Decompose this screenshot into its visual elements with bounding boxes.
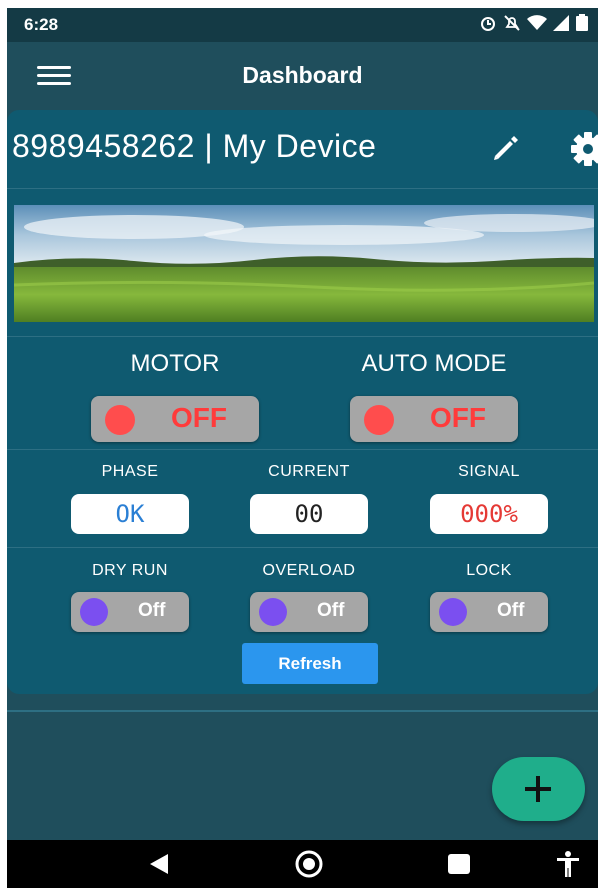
back-icon[interactable] xyxy=(148,853,170,875)
overload-label: OVERLOAD xyxy=(262,562,356,579)
signal-label: SIGNAL xyxy=(458,463,520,480)
auto-mode-toggle[interactable]: OFF xyxy=(350,396,518,442)
phase-label: PHASE xyxy=(101,463,159,480)
device-title: 8989458262 | My Device xyxy=(12,128,377,164)
mute-icon xyxy=(503,14,521,38)
plus-icon xyxy=(525,776,551,802)
auto-mode-label: AUTO MODE xyxy=(361,350,507,377)
recents-icon[interactable] xyxy=(447,853,471,875)
current-label: CURRENT xyxy=(268,463,350,480)
divider xyxy=(7,449,598,450)
device-header: 8989458262 | My Device xyxy=(7,110,598,188)
signal-icon xyxy=(553,15,569,37)
pencil-icon[interactable] xyxy=(490,132,522,164)
device-card: 8989458262 | My Device MOTOR AUTO MODE O… xyxy=(7,110,598,694)
lock-label: LOCK xyxy=(466,562,512,579)
lock-state: Off xyxy=(497,600,525,621)
motor-state: OFF xyxy=(171,402,227,433)
gear-icon[interactable] xyxy=(569,130,598,168)
dry-run-state: Off xyxy=(138,600,166,621)
toggle-knob xyxy=(105,405,135,435)
phase-value: OK xyxy=(71,494,189,534)
divider xyxy=(7,710,598,712)
dry-run-label: DRY RUN xyxy=(92,562,168,579)
divider xyxy=(7,336,598,337)
toggle-knob xyxy=(259,598,287,626)
wifi-icon xyxy=(527,15,547,37)
alarm-icon xyxy=(479,14,497,38)
current-value: 00 xyxy=(250,494,368,534)
lock-toggle[interactable]: Off xyxy=(430,592,548,632)
dry-run-toggle[interactable]: Off xyxy=(71,592,189,632)
toggle-knob xyxy=(439,598,467,626)
status-time: 6:28 xyxy=(24,15,59,34)
field-landscape-image xyxy=(13,205,598,322)
motor-label: MOTOR xyxy=(130,350,220,377)
overload-state: Off xyxy=(317,600,345,621)
toggle-knob xyxy=(364,405,394,435)
divider xyxy=(7,188,598,189)
motor-toggle[interactable]: OFF xyxy=(91,396,259,442)
overload-toggle[interactable]: Off xyxy=(250,592,368,632)
auto-mode-state: OFF xyxy=(430,402,486,433)
app-bar: Dashboard xyxy=(7,42,598,108)
add-button[interactable] xyxy=(492,757,585,821)
navigation-bar xyxy=(7,840,598,888)
page-title: Dashboard xyxy=(242,62,363,88)
accessibility-icon[interactable] xyxy=(556,850,580,878)
battery-icon xyxy=(575,14,589,38)
toggle-knob xyxy=(80,598,108,626)
home-icon[interactable] xyxy=(292,850,326,878)
status-bar: 6:28 xyxy=(7,8,598,42)
phone-screen: 6:28 Dashboard 8989458262 | My Device MO… xyxy=(7,8,598,888)
divider xyxy=(7,547,598,548)
signal-value: 000% xyxy=(430,494,548,534)
refresh-button[interactable]: Refresh xyxy=(242,643,378,684)
status-icons xyxy=(479,14,589,38)
